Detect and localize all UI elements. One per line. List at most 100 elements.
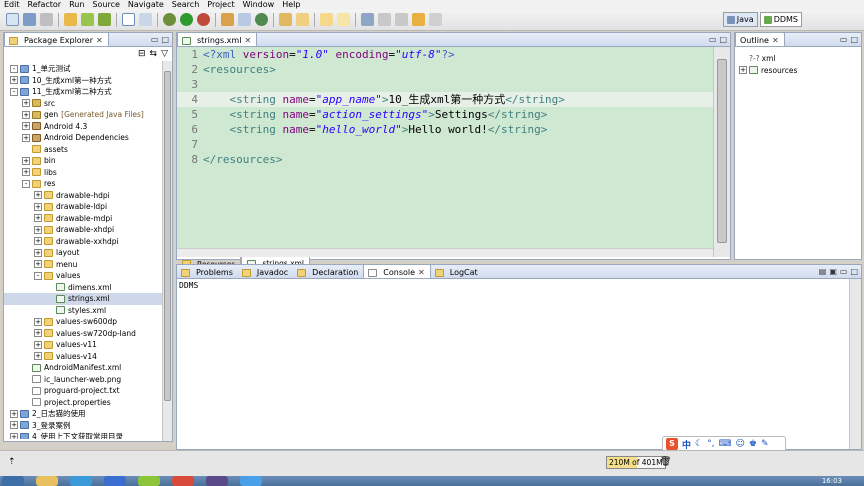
expand-icon[interactable]: + bbox=[34, 260, 42, 269]
tab-declaration[interactable]: Declaration bbox=[293, 265, 363, 278]
tree-item[interactable]: + libs bbox=[4, 167, 162, 179]
tree-item[interactable]: + drawable-xhdpi bbox=[4, 224, 162, 236]
menu-item-run[interactable]: Run bbox=[65, 0, 88, 9]
tree-item[interactable]: + values-sw720dp-land bbox=[4, 328, 162, 340]
collapse-icon[interactable]: - bbox=[10, 64, 18, 73]
minimize-icon[interactable]: ▭ bbox=[151, 35, 159, 44]
debug-icon[interactable] bbox=[163, 13, 176, 26]
tab-problems[interactable]: Problems bbox=[177, 265, 238, 278]
punctuation-icon[interactable]: °, bbox=[707, 439, 714, 449]
tree-item[interactable]: - 11_生成xml第二种方式 bbox=[4, 86, 162, 98]
checkbox-icon[interactable] bbox=[122, 13, 135, 26]
collapse-icon[interactable]: - bbox=[10, 87, 18, 96]
open-folder-icon[interactable] bbox=[64, 13, 77, 26]
taskbar-qq-icon[interactable] bbox=[240, 476, 262, 486]
expand-icon[interactable]: + bbox=[10, 409, 18, 418]
tools-icon[interactable]: ✎ bbox=[761, 439, 769, 449]
minimize-icon[interactable]: ▭ bbox=[840, 267, 848, 276]
new-java-project-icon[interactable] bbox=[221, 13, 234, 26]
expand-icon[interactable]: + bbox=[22, 133, 30, 142]
tree-item[interactable]: strings.xml bbox=[4, 293, 162, 305]
expand-icon[interactable]: + bbox=[34, 237, 42, 246]
expand-icon[interactable]: + bbox=[34, 317, 42, 326]
maximize-icon[interactable]: □ bbox=[719, 35, 727, 44]
tree-item[interactable]: + layout bbox=[4, 247, 162, 259]
console-output[interactable]: DDMS bbox=[177, 279, 849, 449]
display-console-icon[interactable]: ▤ bbox=[819, 267, 827, 276]
tree-item[interactable]: - res bbox=[4, 178, 162, 190]
open-console-icon[interactable]: ▣ bbox=[829, 267, 837, 276]
tree-item[interactable]: + drawable-hdpi bbox=[4, 190, 162, 202]
tree-item[interactable]: + Android 4.3 bbox=[4, 121, 162, 133]
close-icon[interactable]: ✕ bbox=[418, 268, 425, 277]
console-scrollbar[interactable] bbox=[849, 279, 861, 449]
expand-icon[interactable]: + bbox=[34, 191, 42, 200]
external-tools-icon[interactable] bbox=[197, 13, 210, 26]
back-icon[interactable] bbox=[412, 13, 425, 26]
start-button[interactable] bbox=[2, 476, 24, 486]
open-task-icon[interactable] bbox=[320, 13, 333, 26]
android-avd-manager-icon[interactable] bbox=[98, 13, 111, 26]
user-icon[interactable]: ☺ bbox=[735, 439, 744, 449]
tree-item[interactable]: - 1_单元测试 bbox=[4, 63, 162, 75]
save-icon[interactable] bbox=[23, 13, 36, 26]
expand-icon[interactable]: + bbox=[10, 76, 18, 85]
moon-icon[interactable]: ☾ bbox=[695, 439, 703, 449]
annotation-icon[interactable] bbox=[337, 13, 350, 26]
tree-item[interactable]: styles.xml bbox=[4, 305, 162, 317]
tab-logcat[interactable]: LogCat bbox=[431, 265, 483, 278]
tree-item[interactable]: ic_launcher-web.png bbox=[4, 374, 162, 386]
perspective-ddms-button[interactable]: DDMS bbox=[759, 12, 802, 27]
tree-item[interactable]: +10_生成xml第一种方式 bbox=[4, 75, 162, 87]
new-package-icon[interactable] bbox=[238, 13, 251, 26]
lint-icon[interactable] bbox=[139, 13, 152, 26]
tree-item[interactable]: + Android Dependencies bbox=[4, 132, 162, 144]
collapse-icon[interactable]: - bbox=[34, 271, 42, 280]
menu-item-navigate[interactable]: Navigate bbox=[124, 0, 168, 9]
run-icon[interactable] bbox=[180, 13, 193, 26]
tree-item[interactable]: + gen [Generated Java Files] bbox=[4, 109, 162, 121]
scrollbar-thumb[interactable] bbox=[717, 59, 727, 243]
tab-console[interactable]: Console ✕ bbox=[363, 265, 431, 278]
tree-item[interactable]: +2_日志猫的使用 bbox=[4, 408, 162, 420]
code-editor[interactable]: 1 <?xml version="1.0" encoding="utf-8"?> 2… bbox=[177, 47, 713, 248]
minimize-icon[interactable]: ▭ bbox=[709, 35, 717, 44]
expand-icon[interactable]: + bbox=[22, 168, 30, 177]
skin-icon[interactable]: ♚ bbox=[749, 439, 757, 449]
taskbar-eclipse-icon[interactable] bbox=[206, 476, 228, 486]
close-icon[interactable]: ✕ bbox=[96, 36, 103, 45]
expand-icon[interactable]: + bbox=[34, 248, 42, 257]
expand-icon[interactable]: + bbox=[739, 66, 747, 75]
editor-vscrollbar[interactable] bbox=[713, 47, 730, 257]
taskbar-chrome-icon[interactable] bbox=[172, 476, 194, 486]
expand-icon[interactable]: + bbox=[22, 156, 30, 165]
expand-icon[interactable]: + bbox=[10, 432, 18, 439]
tab-package-explorer[interactable]: Package Explorer ✕ bbox=[4, 33, 109, 46]
tree-item[interactable]: dimens.xml bbox=[4, 282, 162, 294]
menu-item-help[interactable]: Help bbox=[278, 0, 304, 9]
expand-icon[interactable]: + bbox=[10, 421, 18, 430]
tree-item[interactable]: + menu bbox=[4, 259, 162, 271]
taskbar-android-icon[interactable] bbox=[138, 476, 160, 486]
tree-item[interactable]: +4_使用上下文获取常用目录 bbox=[4, 431, 162, 439]
keyboard-icon[interactable]: ⌨ bbox=[718, 439, 731, 449]
expand-icon[interactable]: + bbox=[34, 340, 42, 349]
taskbar-browser-icon[interactable] bbox=[70, 476, 92, 486]
tree-item[interactable]: + values-sw600dp bbox=[4, 316, 162, 328]
tab-strings-xml[interactable]: strings.xml ✕ bbox=[177, 33, 258, 46]
heap-status[interactable]: 210M of 401M bbox=[606, 456, 666, 469]
tree-item[interactable]: + drawable-mdpi bbox=[4, 213, 162, 225]
next-annotation-icon[interactable] bbox=[378, 13, 391, 26]
link-with-editor-icon[interactable]: ⇆ bbox=[150, 49, 158, 59]
new-icon[interactable] bbox=[6, 13, 19, 26]
outline-item[interactable]: ?-? xml bbox=[739, 53, 797, 65]
close-icon[interactable]: ✕ bbox=[244, 36, 251, 45]
tree-item[interactable]: - values bbox=[4, 270, 162, 282]
print-icon[interactable] bbox=[40, 13, 53, 26]
view-menu-icon[interactable]: ▽ bbox=[161, 49, 168, 59]
tree-item[interactable]: + drawable-ldpi bbox=[4, 201, 162, 213]
previous-annotation-icon[interactable] bbox=[395, 13, 408, 26]
open-type-icon[interactable] bbox=[279, 13, 292, 26]
menu-item-search[interactable]: Search bbox=[168, 0, 203, 9]
expand-icon[interactable]: + bbox=[22, 122, 30, 131]
